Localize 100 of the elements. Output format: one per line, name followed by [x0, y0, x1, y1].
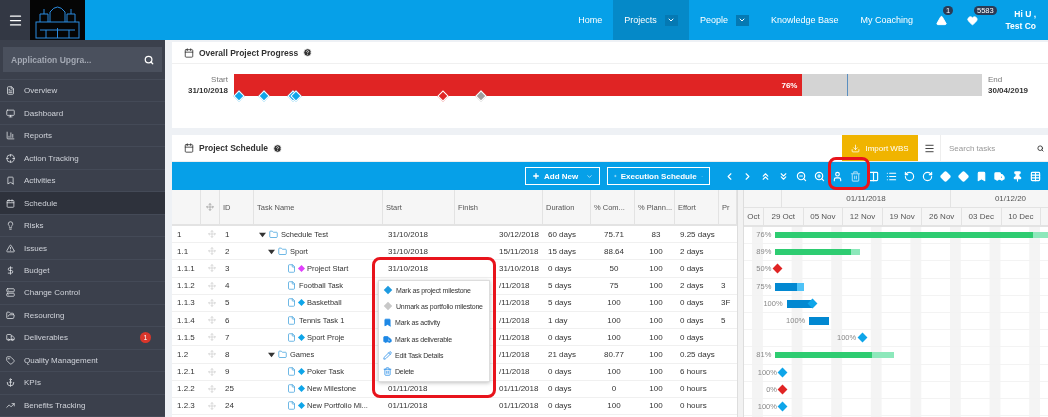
- table-cell-text: 100: [648, 280, 664, 293]
- month-header: 01/11/2018: [782, 190, 951, 207]
- table-cell: /11/2018: [499, 349, 530, 359]
- table-cell-text: 8: [224, 348, 231, 361]
- drag-handle-icon[interactable]: [207, 264, 216, 273]
- table-cell-text: 1.2: [176, 348, 190, 361]
- bookmark-icon: [383, 318, 392, 328]
- table-cell-text: 1.2.1: [176, 366, 196, 379]
- drag-handle-icon[interactable]: [207, 367, 216, 376]
- end-date: 30/04/2019: [988, 85, 1029, 96]
- list-icon: [885, 170, 897, 182]
- table-cell-text: 0 days: [547, 366, 573, 379]
- drag-handle-icon[interactable]: [207, 230, 216, 239]
- menu-icon: [923, 142, 935, 154]
- person-icon: [831, 170, 843, 182]
- file-icon: [287, 263, 296, 273]
- table-cell-text: 0 hours: [679, 400, 708, 413]
- nav-link[interactable]: Projects: [613, 0, 689, 40]
- drag-handle-icon[interactable]: [207, 281, 216, 290]
- table-cell-text: 6 hours: [679, 366, 708, 379]
- alert-button[interactable]: [936, 14, 947, 26]
- drag-handle-icon[interactable]: [207, 316, 216, 325]
- drag-handle-icon[interactable]: [207, 333, 216, 342]
- table-cell: 31/10/2018: [388, 246, 429, 256]
- drag-handle-icon[interactable]: [207, 350, 216, 359]
- drag-handle-icon[interactable]: [207, 384, 216, 393]
- building-logo: [30, 0, 85, 40]
- bookmark-icon: [6, 176, 15, 186]
- calendar-icon: [6, 198, 15, 208]
- pencil-icon: [383, 350, 392, 360]
- folder-icon: [278, 349, 287, 359]
- sidebar-item[interactable]: Dashboard: [0, 102, 165, 125]
- menu-icon: [7, 12, 23, 28]
- table-cell: 30/12/2018: [499, 229, 540, 239]
- table-cell: /11/2018: [499, 367, 530, 377]
- table-cell: /11/2018: [499, 332, 530, 342]
- file-icon: [287, 298, 296, 308]
- file-icon: [287, 332, 296, 342]
- table-cell: 15/11/2018: [499, 246, 539, 256]
- drag-handle-icon[interactable]: [207, 247, 216, 256]
- help-icon[interactable]: [272, 143, 282, 153]
- menu-button[interactable]: [0, 0, 30, 40]
- table-cell-text: 88.64: [603, 245, 625, 258]
- warning-icon: [936, 14, 947, 26]
- table-cell-text: 15 days: [547, 245, 578, 258]
- end-label: End: [988, 74, 1003, 85]
- drag-handle-icon: [206, 203, 214, 211]
- calendar-icon: [184, 47, 194, 58]
- table-cell-text: 4: [224, 280, 231, 293]
- zoom-out-icon: [795, 170, 807, 182]
- week-header: 19 Nov: [882, 208, 923, 225]
- calendar-icon: [184, 143, 194, 153]
- table-cell-text: 9: [224, 366, 231, 379]
- tag-icon: [6, 355, 15, 365]
- week-header: 12 Nov: [843, 208, 883, 225]
- sidebar-item[interactable]: Change Control: [0, 282, 165, 305]
- table-cell-text: 0 hours: [679, 383, 708, 396]
- table-cell: 31/10/2018: [499, 263, 540, 273]
- table-cell-text: 50: [608, 262, 620, 275]
- table-cell-text: 5 days: [547, 297, 573, 310]
- table-cell-text: 0: [610, 383, 618, 396]
- table-cell-text: 100: [648, 348, 664, 361]
- table-cell-text: 100: [606, 297, 622, 310]
- table-cell-text: 1.1: [176, 245, 190, 258]
- heart-button[interactable]: [967, 14, 978, 26]
- sidebar-item[interactable]: Schedule: [0, 192, 165, 215]
- pin-icon: [1011, 170, 1023, 182]
- table-cell: /11/2018: [499, 315, 530, 325]
- month-header: 01/12/20: [951, 190, 1048, 207]
- table-cell-text: 0 days: [547, 331, 573, 344]
- table-cell-text: 1: [224, 228, 231, 241]
- undo-icon: [903, 170, 915, 182]
- file-icon: [287, 384, 296, 394]
- card-title: Overall Project Progress: [199, 47, 299, 58]
- table-cell-text: 0.25 days: [679, 348, 716, 361]
- table-cell-text: 60 days: [547, 228, 578, 241]
- table-cell-text: 1.1.1: [176, 262, 196, 275]
- help-icon[interactable]: [303, 48, 313, 57]
- table-cell: 31/10/2018: [388, 263, 429, 273]
- drag-handle-icon[interactable]: [207, 401, 216, 410]
- truck-icon: [383, 334, 392, 344]
- table-cell-text: 0 days: [679, 331, 705, 344]
- crosshair-icon: [6, 153, 15, 163]
- week-header: 03 Dec: [961, 208, 1002, 225]
- search-icon[interactable]: [1037, 143, 1044, 153]
- table-cell-text: 100: [606, 400, 622, 413]
- table-cell-text: 21 days: [547, 348, 578, 361]
- drag-handle-icon[interactable]: [207, 298, 216, 307]
- table-cell-text: 1.1.2: [176, 280, 196, 293]
- start-date: 31/10/2018: [187, 85, 228, 96]
- sidebar-item[interactable]: Overview: [0, 80, 165, 103]
- table-cell-text: 3: [224, 262, 231, 275]
- table-cell-text: 0 days: [679, 262, 705, 275]
- table-cell-text: 6: [224, 314, 231, 327]
- lightbulb-icon: [6, 221, 15, 231]
- monitor-icon: [6, 108, 15, 118]
- sidebar-item[interactable]: Action Tracking: [0, 147, 165, 170]
- file-icon: [287, 315, 296, 325]
- search-icon: [144, 54, 154, 65]
- table-cell: 31/10/2018: [388, 229, 429, 239]
